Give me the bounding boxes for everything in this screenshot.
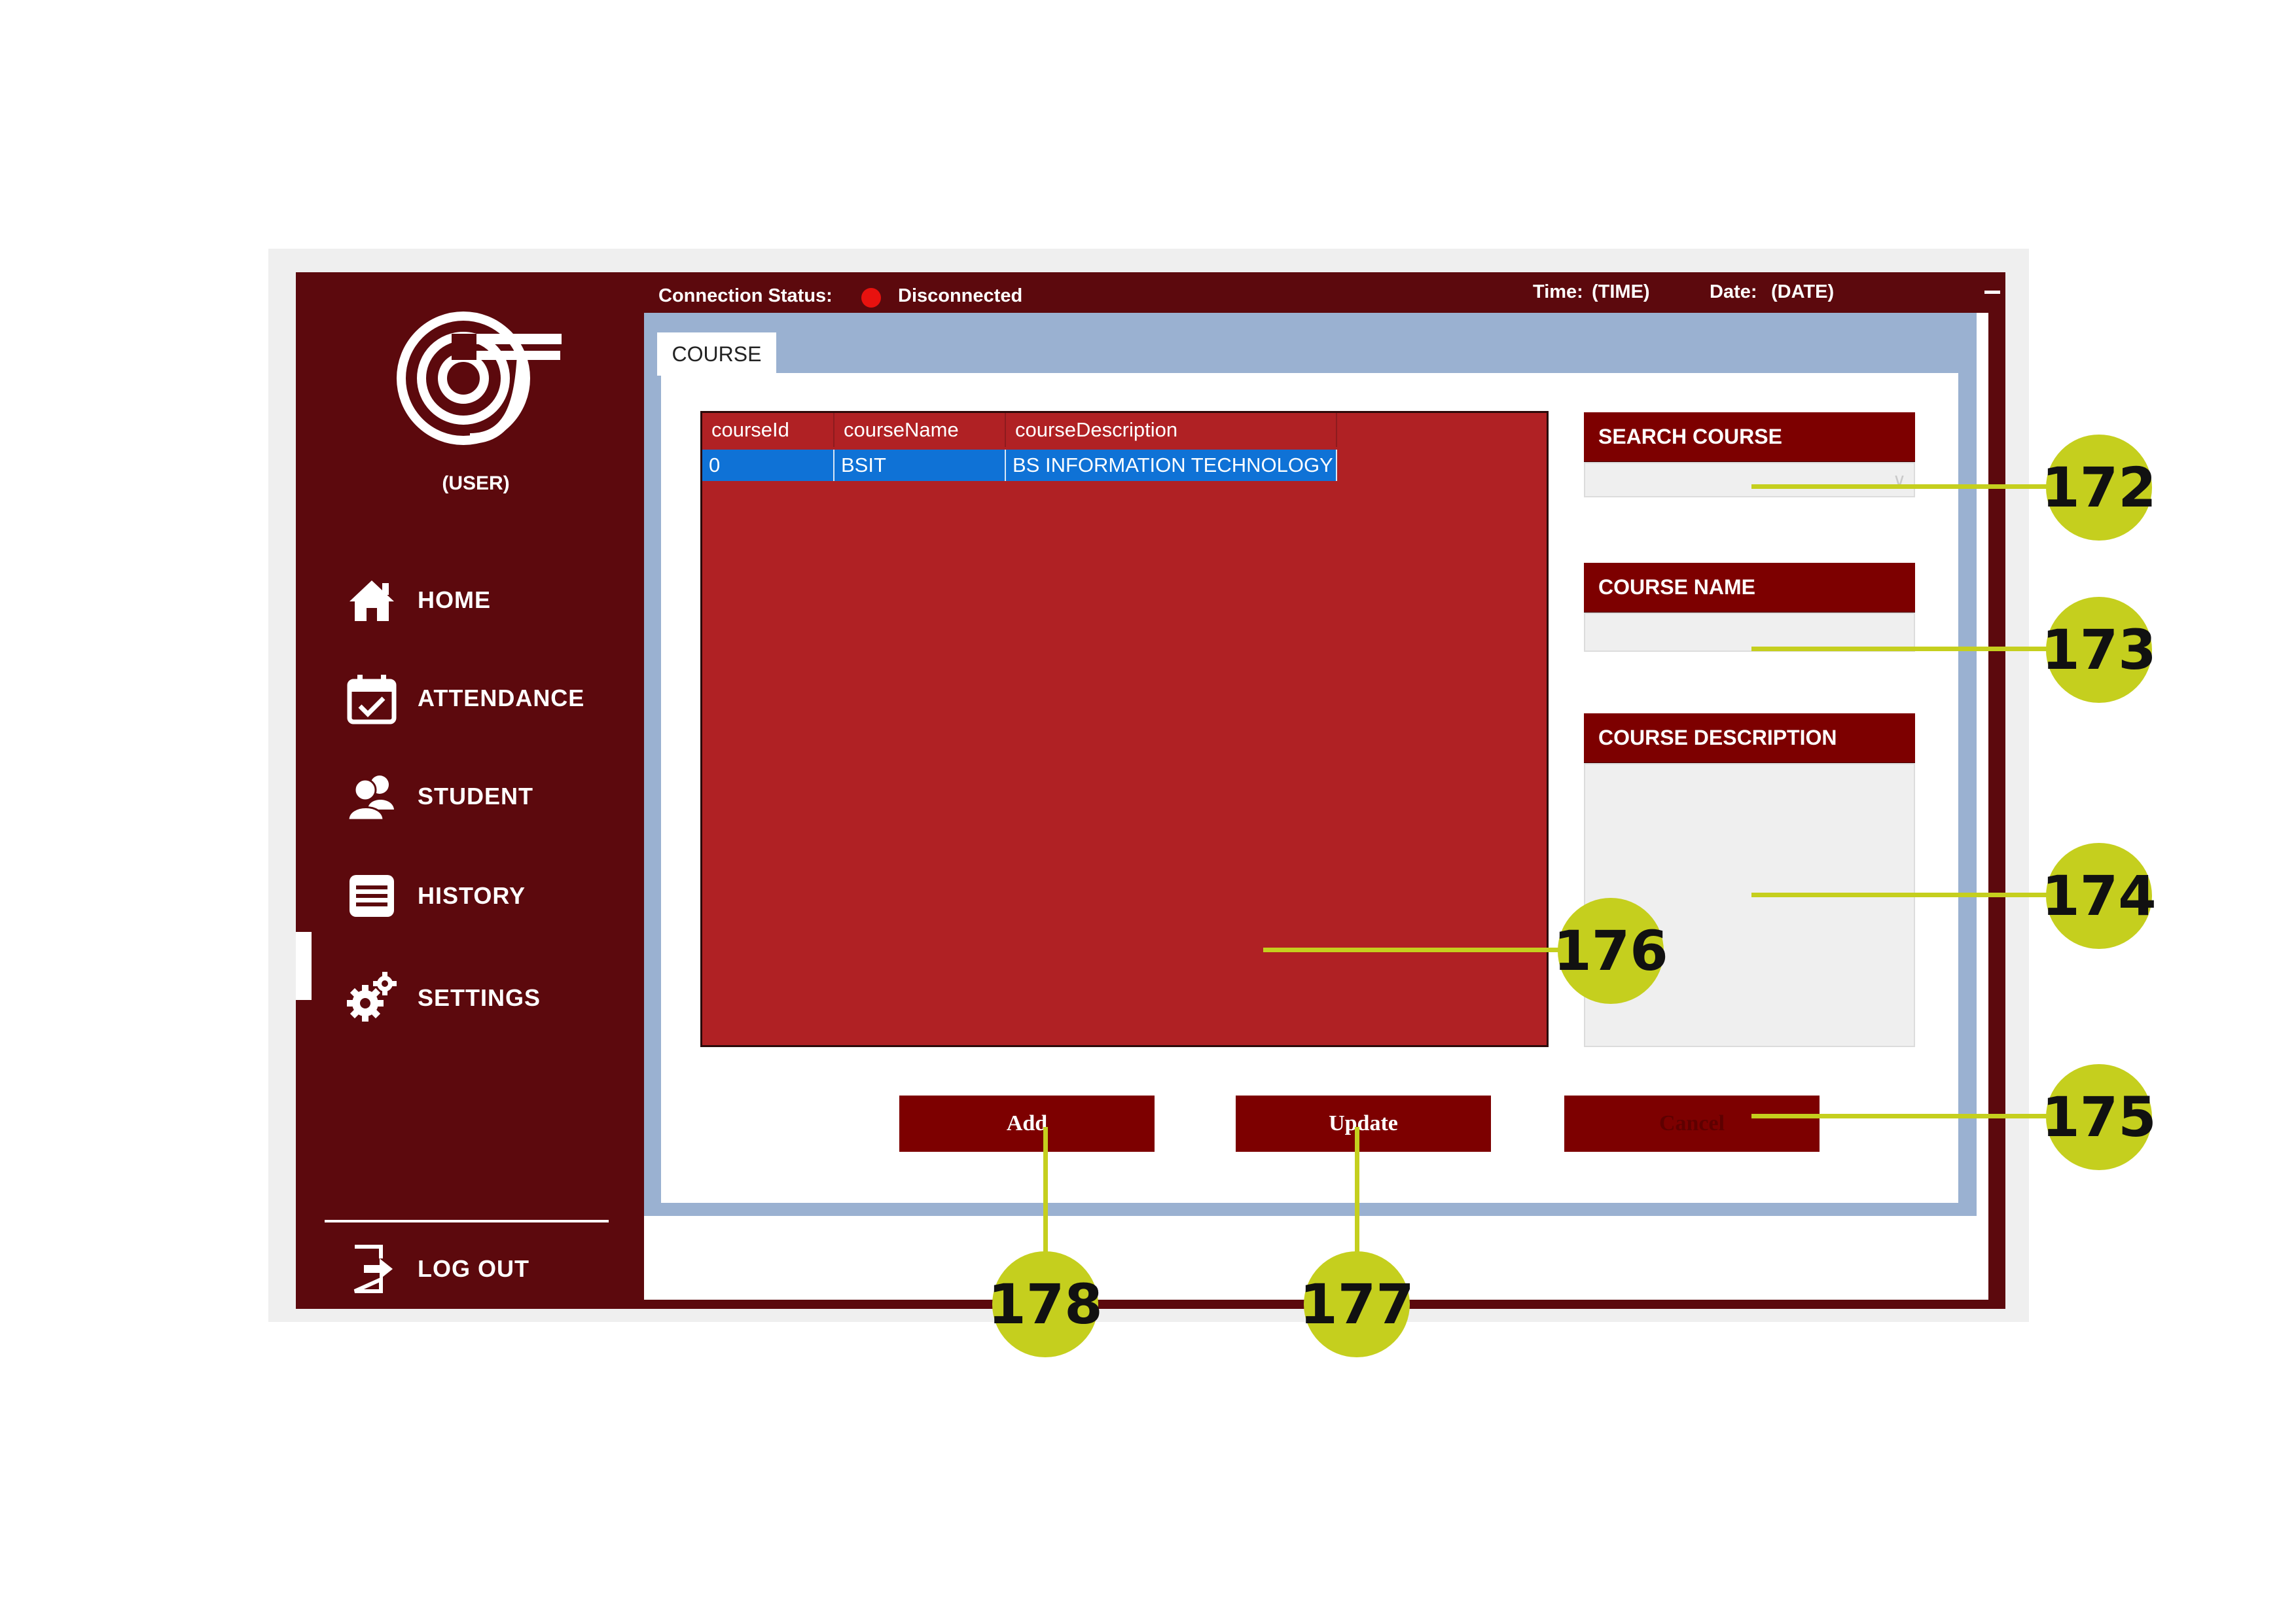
nav-student[interactable]: STUDENT bbox=[346, 767, 533, 826]
nav-settings[interactable]: SETTINGS bbox=[346, 969, 541, 1027]
list-icon bbox=[350, 875, 394, 917]
calendar-check-icon bbox=[347, 675, 397, 724]
minimize-button[interactable] bbox=[1984, 291, 2000, 294]
callout-172: 172 bbox=[2041, 435, 2157, 541]
add-button[interactable]: Add bbox=[899, 1096, 1155, 1152]
update-button[interactable]: Update bbox=[1236, 1096, 1491, 1152]
logout-icon bbox=[353, 1245, 393, 1293]
nav-history[interactable]: HISTORY bbox=[346, 866, 526, 925]
callout-178: 178 bbox=[988, 1251, 1103, 1357]
college-logo bbox=[397, 312, 562, 445]
cell-course-id[interactable]: 0 bbox=[702, 450, 834, 481]
nav-home[interactable]: HOME bbox=[346, 571, 491, 630]
column-header[interactable]: courseName bbox=[834, 413, 1006, 447]
logout-label: LOG OUT bbox=[418, 1255, 529, 1282]
cancel-button[interactable]: Cancel bbox=[1564, 1096, 1820, 1152]
nav-attendance[interactable]: ATTENDANCE bbox=[346, 669, 584, 728]
status-indicator bbox=[861, 288, 881, 308]
search-course-header: SEARCH COURSE bbox=[1584, 412, 1915, 463]
callout-line-178 bbox=[1043, 1127, 1048, 1258]
tab-course[interactable]: COURSE bbox=[657, 332, 776, 376]
cell-course-description[interactable]: BS INFORMATION TECHNOLOGY bbox=[1006, 450, 1337, 481]
gears-icon bbox=[347, 972, 397, 1022]
callout-175: 175 bbox=[2041, 1064, 2157, 1170]
grid-header: courseId courseName courseDescription bbox=[702, 413, 1337, 447]
callout-line-175 bbox=[1751, 1114, 2053, 1118]
user-label: (USER) bbox=[442, 473, 510, 494]
logout-button[interactable]: LOG OUT bbox=[346, 1240, 529, 1298]
time-value: (TIME) bbox=[1592, 281, 1650, 302]
callout-line-173 bbox=[1751, 647, 2053, 651]
table-row[interactable]: 0 BSIT BS INFORMATION TECHNOLOGY bbox=[702, 450, 1337, 481]
nav-student-label: STUDENT bbox=[418, 783, 533, 810]
connection-status-value: Disconnected bbox=[898, 285, 1023, 306]
callout-line-177 bbox=[1355, 1127, 1359, 1258]
cell-course-name[interactable]: BSIT bbox=[834, 450, 1006, 481]
course-description-header: COURSE DESCRIPTION bbox=[1584, 713, 1915, 764]
callout-line-176 bbox=[1263, 948, 1564, 952]
callout-line-172 bbox=[1751, 484, 2053, 489]
callout-174: 174 bbox=[2041, 843, 2157, 949]
nav-home-label: HOME bbox=[418, 586, 491, 613]
column-header[interactable]: courseDescription bbox=[1006, 413, 1337, 447]
nav-settings-label: SETTINGS bbox=[418, 984, 541, 1011]
sidebar-divider bbox=[325, 1220, 609, 1222]
search-course-combobox[interactable]: ∨ bbox=[1584, 462, 1915, 497]
home-icon bbox=[350, 580, 394, 621]
connection-status-label: Connection Status: bbox=[658, 285, 833, 306]
date-label: Date: bbox=[1710, 281, 1757, 302]
chevron-down-icon[interactable]: ∨ bbox=[1885, 463, 1914, 496]
column-header[interactable]: courseId bbox=[702, 413, 834, 447]
callout-line-174 bbox=[1751, 893, 2053, 897]
app-window: (USER) HOME ATTENDANCE STUDENT HISTORY S… bbox=[296, 272, 2005, 1309]
course-name-header: COURSE NAME bbox=[1584, 563, 1915, 614]
callout-177: 177 bbox=[1299, 1251, 1414, 1357]
date-value: (DATE) bbox=[1771, 281, 1835, 302]
nav-history-label: HISTORY bbox=[418, 882, 526, 909]
nav-attendance-label: ATTENDANCE bbox=[418, 685, 585, 711]
active-indicator bbox=[296, 932, 312, 1000]
callout-176: 176 bbox=[1553, 898, 1668, 1004]
users-icon bbox=[347, 776, 394, 821]
course-name-field[interactable] bbox=[1584, 613, 1915, 652]
time-label: Time: bbox=[1533, 281, 1583, 302]
callout-173: 173 bbox=[2041, 597, 2157, 703]
